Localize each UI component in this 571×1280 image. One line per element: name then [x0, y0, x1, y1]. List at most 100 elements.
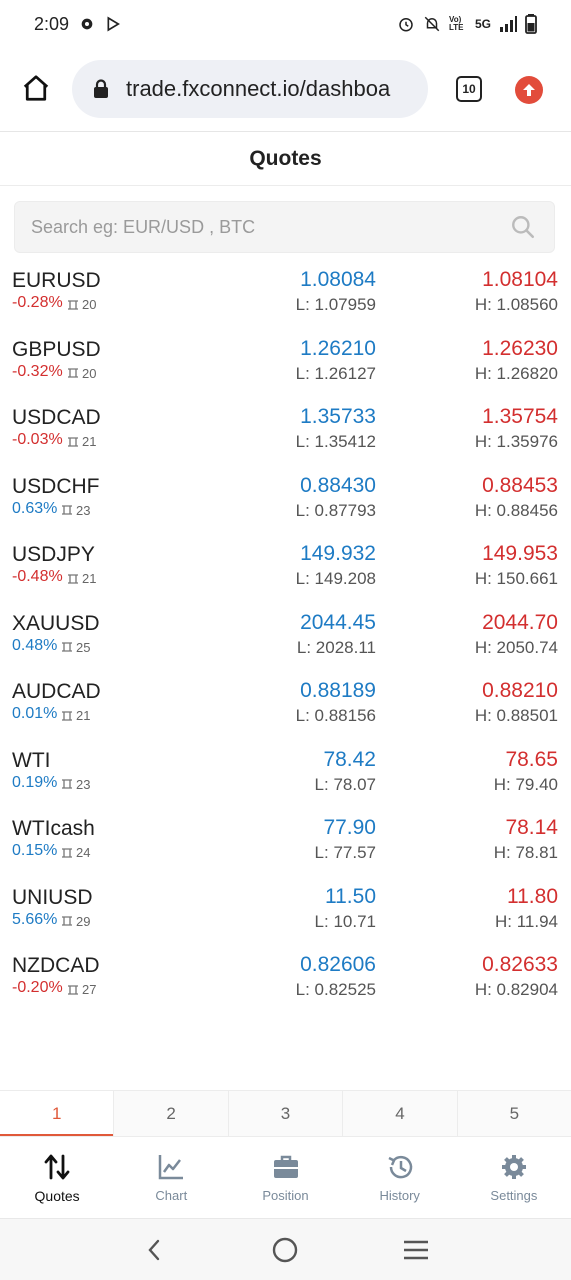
gear-icon	[501, 1155, 526, 1179]
quote-high: H: 1.26820	[474, 363, 558, 383]
page-tab[interactable]: 1	[0, 1091, 115, 1136]
quote-bid[interactable]: 11.50	[325, 885, 376, 909]
spread-icon	[62, 642, 72, 652]
quote-high: H: 78.81	[493, 843, 558, 862]
spread-icon	[68, 573, 78, 584]
quote-row[interactable]: GBPUSD -0.32% 20 1.26210 L: 1.26127 1.26230 H:…	[0, 334, 571, 403]
briefcase-icon	[273, 1155, 298, 1178]
quote-spread-value: 23	[76, 502, 91, 518]
quote-bid[interactable]: 0.88430	[300, 474, 376, 498]
circle-home-icon	[273, 1237, 298, 1262]
quote-change: -0.48%	[12, 568, 63, 585]
nav-history[interactable]: History	[343, 1137, 457, 1218]
quote-row[interactable]: WTI 0.19% 23 78.42 L: 78.07 78.65 H: 79.40	[0, 745, 571, 814]
quote-low: L: 0.87793	[295, 500, 376, 520]
quote-low: L: 1.26127	[295, 363, 376, 383]
quote-symbol: WTIcash	[12, 817, 95, 840]
quote-bid[interactable]: 149.932	[300, 542, 376, 566]
quote-bid[interactable]: 1.08084	[300, 268, 376, 292]
quote-change: -0.20%	[12, 979, 63, 996]
quote-bid[interactable]: 77.90	[323, 816, 376, 840]
quote-high: H: 1.35976	[474, 432, 558, 451]
quote-spread: 23	[61, 777, 90, 792]
quote-change: -0.03%	[12, 431, 63, 448]
nav-quotes[interactable]: Quotes	[0, 1137, 114, 1218]
home-system-button[interactable]	[269, 1234, 301, 1266]
recents-button[interactable]	[400, 1234, 432, 1266]
quote-low: L: 149.208	[295, 569, 376, 588]
quote-ask[interactable]: 78.65	[505, 748, 558, 772]
quote-ask[interactable]: 149.953	[482, 542, 558, 566]
quote-bid[interactable]: 78.42	[323, 748, 376, 772]
quote-row[interactable]: USDJPY -0.48% 21 149.932 L: 149.208 149.953 H:…	[0, 539, 571, 608]
spread-icon	[62, 916, 72, 926]
quote-ask[interactable]: 1.26230	[482, 337, 558, 361]
quote-row[interactable]: USDCHF 0.63% 23 0.88430 L: 0.87793 0.88453 H: …	[0, 471, 571, 540]
nav-position[interactable]: Position	[228, 1137, 342, 1218]
quote-bid[interactable]: 1.26210	[300, 337, 376, 361]
quote-bid[interactable]: 2044.45	[300, 611, 376, 635]
quote-row[interactable]: EURUSD -0.28% 20 1.08084 L: 1.07959 1.08104 H:…	[0, 265, 571, 334]
quote-ask[interactable]: 0.88210	[482, 679, 558, 703]
quote-row[interactable]: UNIUSD 5.66% 29 11.50 L: 10.71 11.80 H: 11.94	[0, 882, 571, 951]
spread-icon	[62, 847, 72, 858]
tab-switcher-button[interactable]: 10	[456, 76, 482, 102]
quote-row[interactable]: XAUUSD 0.48% 25 2044.45 L: 2028.11 2044.70 H: …	[0, 608, 571, 677]
nav-chart[interactable]: Chart	[114, 1137, 228, 1218]
quote-low: L: 10.71	[314, 911, 376, 931]
quote-ask[interactable]: 0.88453	[482, 474, 558, 498]
quote-ask[interactable]: 1.35754	[482, 405, 558, 429]
back-button[interactable]	[139, 1234, 171, 1266]
quote-ask[interactable]: 11.80	[507, 885, 558, 909]
quote-low: L: 2028.11	[296, 637, 376, 657]
update-button[interactable]	[515, 76, 543, 104]
quote-high: H: 1.08560	[474, 295, 558, 314]
home-button[interactable]	[18, 70, 54, 106]
search-box[interactable]	[14, 201, 555, 253]
quote-row[interactable]: WTIcash 0.15% 24 77.90 L: 77.57 78.14 H: 78.81	[0, 813, 571, 882]
quote-bid[interactable]: 0.82606	[300, 953, 376, 977]
quote-bid[interactable]: 0.88189	[300, 679, 376, 703]
quote-spread: 20	[67, 366, 96, 381]
quote-low: L: 77.57	[314, 843, 376, 862]
quote-change: -0.28%	[12, 294, 63, 311]
search-input[interactable]	[31, 216, 501, 238]
quote-change: 0.15%	[12, 842, 58, 859]
page-tab[interactable]: 2	[114, 1091, 229, 1136]
quote-low: L: 1.07959	[295, 295, 376, 314]
quote-spread-value: 24	[76, 845, 91, 860]
quote-symbol: NZDCAD	[12, 954, 100, 977]
quotes-list: EURUSD -0.28% 20 1.08084 L: 1.07959 1.08104 H:…	[0, 265, 571, 1019]
page-tab[interactable]: 4	[343, 1091, 458, 1136]
nav-settings[interactable]: Settings	[457, 1137, 571, 1218]
page-tab[interactable]: 3	[229, 1091, 344, 1136]
quote-symbol: USDCAD	[12, 406, 101, 429]
quote-ask[interactable]: 1.08104	[482, 268, 558, 292]
quote-spread: 23	[61, 503, 90, 518]
quote-row[interactable]: NZDCAD -0.20% 27 0.82606 L: 0.82525 0.82633 H:…	[0, 950, 571, 1019]
quote-ask[interactable]: 2044.70	[482, 611, 558, 635]
quote-symbol: WTI	[12, 748, 51, 772]
url-bar[interactable]: trade.fxconnect.io/dashboa	[72, 60, 428, 118]
quote-symbol: USDCHF	[12, 474, 100, 498]
quote-high: H: 11.94	[494, 911, 558, 931]
search-icon[interactable]	[510, 214, 536, 240]
quote-row[interactable]: USDCAD -0.03% 21 1.35733 L: 1.35412 1.35754 H:…	[0, 402, 571, 471]
line-chart-icon	[159, 1155, 184, 1180]
quote-symbol: XAUUSD	[12, 611, 100, 635]
quote-ask[interactable]: 78.14	[505, 816, 558, 840]
quote-change: 0.01%	[12, 705, 58, 722]
spread-icon	[68, 299, 78, 310]
quote-spread-value: 25	[76, 639, 91, 655]
quote-high: H: 150.661	[474, 569, 558, 588]
notifications-off-icon	[424, 16, 440, 32]
play-store-icon	[107, 16, 120, 32]
quote-bid[interactable]: 1.35733	[300, 405, 376, 429]
quote-low: L: 0.88156	[295, 706, 376, 725]
page-tab[interactable]: 5	[458, 1091, 571, 1136]
quote-row[interactable]: AUDCAD 0.01% 21 0.88189 L: 0.88156 0.88210 H: …	[0, 676, 571, 745]
nav-label: Position	[262, 1188, 309, 1203]
quote-symbol: GBPUSD	[12, 337, 101, 361]
spread-icon	[68, 368, 78, 378]
quote-ask[interactable]: 0.82633	[482, 953, 558, 977]
